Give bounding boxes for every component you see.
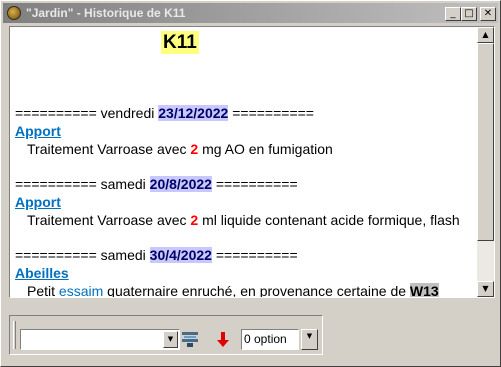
maximize-button[interactable]: □ [461,7,477,21]
history-content[interactable]: K11 ========== vendredi 23/12/2022 =====… [9,26,495,298]
entry-text: Petit essaim quaternaire enruché, en pro… [27,283,439,297]
entry-text-before: Petit [27,283,59,297]
title-bar[interactable]: "Jardin" - Historique de K11 _ □ ✕ [3,3,498,23]
hive-app-icon[interactable] [7,6,21,20]
history-text[interactable]: K11 ========== vendredi 23/12/2022 =====… [10,27,476,297]
option-dropdown-button[interactable]: ▼ [301,329,318,350]
bottom-toolbar: ▼ 0 option ▼ [9,315,323,355]
separator-left: ========== vendredi [15,105,159,121]
category-label[interactable]: Apport [15,123,61,139]
separator-right: ========== [211,176,298,192]
history-window: "Jardin" - Historique de K11 _ □ ✕ K11 =… [0,0,501,367]
hive-reference[interactable]: W13 [409,283,439,297]
entry-date: 30/4/2022 [149,247,212,263]
category-link[interactable]: Abeilles [15,265,69,281]
hive-name-badge: K11 [161,31,199,54]
entry-text-after: ml liquide contenant acide formique, fla… [198,212,460,228]
entry-text: Traitement Varroase avec 2 ml liquide co… [27,212,460,228]
entry-text-before: Traitement Varroase avec [27,212,191,228]
red-down-arrow-icon[interactable] [215,329,231,349]
entry-text: Traitement Varroase avec 2 mg AO en fumi… [27,141,333,157]
date-separator: ========== vendredi 23/12/2022 =========… [15,105,314,121]
separator-right: ========== [211,247,298,263]
date-separator: ========== samedi 30/4/2022 ========== [15,247,298,263]
combo-dropdown-button[interactable]: ▼ [163,331,178,348]
date-separator: ========== samedi 20/8/2022 ========== [15,176,298,192]
filter-icon[interactable] [180,329,200,349]
entry-date: 20/8/2022 [149,176,212,192]
entry-text-before: Traitement Varroase avec [27,141,191,157]
toolbar-grip[interactable] [13,321,16,349]
close-button[interactable]: ✕ [480,7,496,21]
entry-text-after: mg AO en fumigation [198,141,333,157]
essaim-link[interactable]: essaim [59,283,103,297]
scroll-up-button[interactable]: ▲ [477,27,494,43]
option-count-field[interactable]: 0 option [241,329,299,350]
category-link[interactable]: Apport [15,194,61,210]
separator-left: ========== samedi [15,247,150,263]
filter-combo[interactable]: ▼ [20,329,180,350]
entry-date: 23/12/2022 [158,105,229,121]
scroll-down-button[interactable]: ▼ [477,281,494,297]
category-label[interactable]: Abeilles [15,265,69,281]
window-title: "Jardin" - Historique de K11 [26,6,186,20]
vertical-scrollbar[interactable]: ▲ ▼ [477,27,494,297]
category-label[interactable]: Apport [15,194,61,210]
category-link[interactable]: Apport [15,123,61,139]
separator-left: ========== samedi [15,176,150,192]
entry-text-middle: quaternaire enruché, en provenance certa… [103,283,410,297]
separator-right: ========== [228,105,314,121]
minimize-button[interactable]: _ [445,7,461,21]
scroll-thumb[interactable] [477,43,494,241]
